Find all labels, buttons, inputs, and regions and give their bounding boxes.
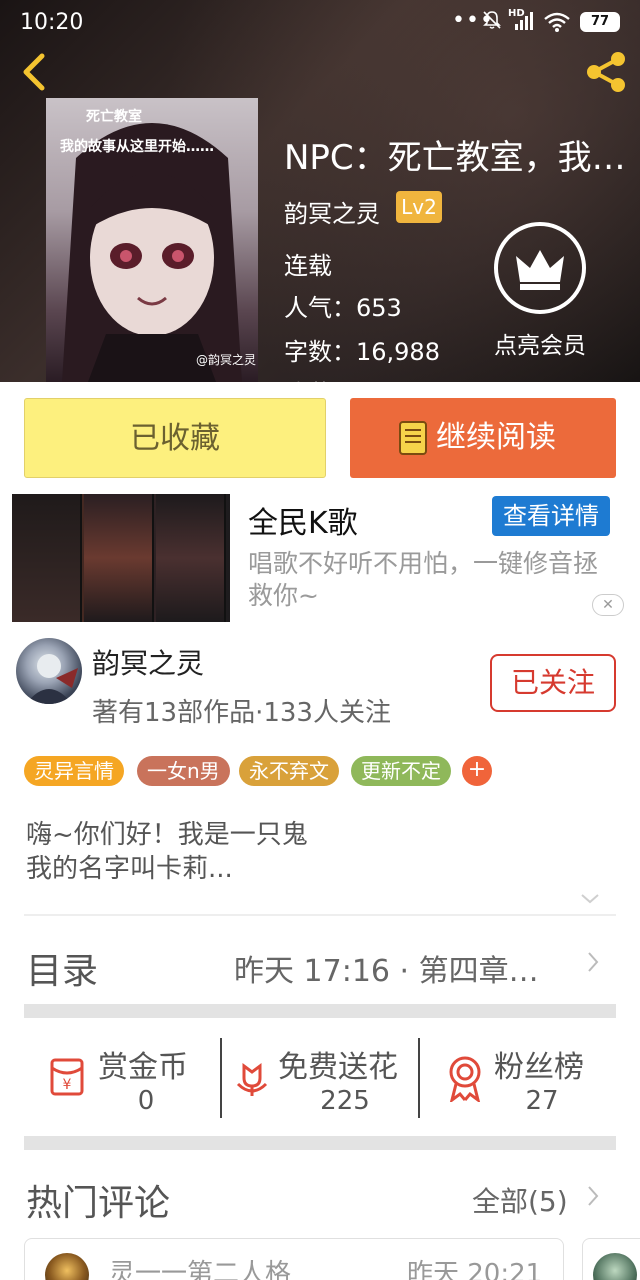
crown-icon [494,222,586,314]
share-icon[interactable] [582,48,630,96]
stat-value: 27 [525,1086,559,1116]
continue-reading-button[interactable]: 继续阅读 [350,398,616,478]
ad-close-icon[interactable]: ✕ [592,594,624,616]
toc-latest-chapter[interactable]: 昨天 17:16 · 第四章一... [234,946,564,990]
section-gap [24,1004,616,1018]
ad-details-button[interactable]: 查看详情 [492,496,610,536]
comment-card[interactable] [582,1238,640,1280]
book-word-count: 字数：16,988 [284,338,440,366]
continue-reading-label: 继续阅读 [436,420,556,455]
divider [24,914,616,916]
chevron-right-icon[interactable] [586,950,600,974]
add-tag-button[interactable]: + [462,756,492,786]
favorited-button[interactable]: 已收藏 [24,398,326,478]
intro-line: 嗨~你们好！我是一只鬼 [26,820,308,850]
tag-item[interactable]: 灵异言情 [24,756,124,786]
author-avatar[interactable] [16,638,82,704]
comment-card[interactable]: 灵一一第二人格 昨天 20:21 [24,1238,564,1280]
ad-image[interactable] [12,494,230,622]
author-name[interactable]: 韵冥之灵 [92,642,204,682]
book-intro[interactable]: 嗨~你们好！我是一只鬼 我的名字叫卡莉... [26,818,308,886]
comment-time: 昨天 20:21 [407,1259,543,1280]
tag-item[interactable]: 一女n男 [137,756,230,786]
book-title: NPC：死亡教室，我… [284,138,626,178]
hot-comments-title: 热门评论 [26,1183,171,1224]
flower-icon [236,1063,268,1096]
red-envelope-icon: ¥ [50,1058,84,1096]
wifi-icon [544,12,570,32]
battery-indicator: 77 [580,12,620,32]
book-header: 10:20 ••• HD 77 死亡教室 我的故事从这里开始…… @韵冥之灵 N… [0,0,640,382]
mute-bell-icon [483,11,501,29]
tag-item[interactable]: 永不弃文 [239,756,339,786]
stat-label: 赏金币 [98,1050,188,1085]
status-time: 10:20 [20,10,84,35]
book-author[interactable]: 韵冥之灵 [284,194,380,229]
ad-title[interactable]: 全民K歌 [248,498,358,542]
intro-line: 我的名字叫卡莉... [26,854,233,884]
author-meta: 著有13部作品·133人关注 [92,698,391,728]
commenter-avatar[interactable] [593,1253,637,1280]
fan-ranking-stat[interactable]: 粉丝榜 27 [420,1038,616,1122]
stat-label: 免费送花 [278,1050,398,1085]
status-bar: 10:20 ••• HD 77 [0,0,640,44]
cover-tagline-text: 我的故事从这里开始…… [60,139,214,155]
section-gap [24,1136,616,1150]
signal-icon [515,12,533,30]
follow-button[interactable]: 已关注 [490,654,616,712]
back-arrow-icon[interactable] [14,50,54,94]
stat-label: 粉丝榜 [494,1050,584,1085]
author-level-badge: Lv2 [396,191,442,223]
commenter-name[interactable]: 灵一一第二人格 [109,1253,291,1280]
free-flowers-stat[interactable]: 免费送花 225 [222,1038,418,1122]
all-comments-link[interactable]: 全部(5) [472,1180,568,1220]
tag-item[interactable]: 更新不定 [351,756,451,786]
book-popularity: 人气：653 [284,294,402,322]
cover-title-text: 死亡教室 [86,109,142,125]
toc-label[interactable]: 目录 [26,942,98,994]
commenter-avatar[interactable] [45,1253,89,1280]
book-status: 连载 [284,252,332,280]
book-detail-panel: 已收藏 继续阅读 全民K歌 查看详情 唱歌不好听不用怕，一键修音拯救你~ ✕ 韵… [0,382,640,1280]
stat-value: 0 [137,1086,155,1116]
medal-icon [449,1056,481,1102]
expand-chevron-icon[interactable] [578,890,602,908]
stat-value: 225 [320,1086,370,1116]
chevron-right-icon[interactable] [586,1184,600,1208]
reward-coins-stat[interactable]: ¥ 赏金币 0 [24,1038,220,1122]
book-favorites: 收藏：39 [284,374,387,382]
svg-text:¥: ¥ [63,1077,72,1093]
cover-watermark: @韵冥之灵 [195,353,256,367]
vip-label: 点亮会员 [494,333,586,359]
book-icon [399,421,427,455]
vip-button[interactable]: 点亮会员 [484,222,596,362]
ad-description[interactable]: 唱歌不好听不用怕，一键修音拯救你~ [248,548,618,612]
book-cover[interactable]: 死亡教室 我的故事从这里开始…… @韵冥之灵 [46,98,258,382]
